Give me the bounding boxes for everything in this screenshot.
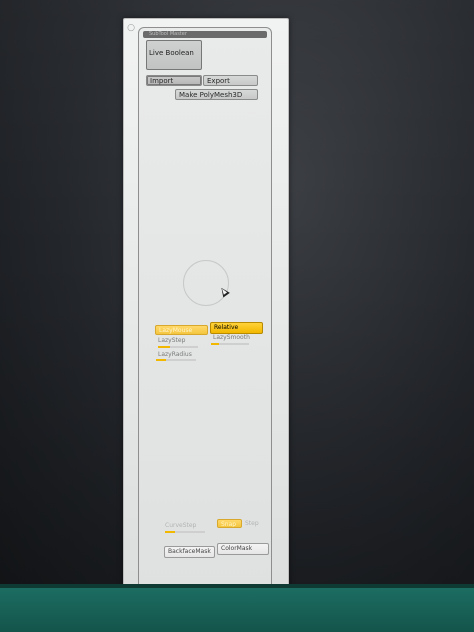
curvestep-label: CurveStep <box>165 522 197 529</box>
live-boolean-button[interactable]: Live Boolean <box>146 40 202 70</box>
relative-button[interactable]: Relative <box>210 322 263 334</box>
lazystep-slider[interactable] <box>158 346 198 348</box>
export-button[interactable]: Export <box>203 75 258 86</box>
circle-icon[interactable]: ○ <box>126 23 136 33</box>
lazystep-slider-fill <box>158 346 170 348</box>
curvestep-slider[interactable] <box>165 531 205 533</box>
tool-palette-panel: ○ SubTool Master Live Boolean Import Exp… <box>123 18 289 608</box>
backfacemask-button[interactable]: BackfaceMask <box>164 546 215 558</box>
lazyradius-slider-fill <box>156 359 166 361</box>
step-label[interactable]: Step <box>245 520 259 528</box>
lazymouse-button[interactable]: LazyMouse <box>155 325 208 335</box>
lazysmooth-slider-fill <box>211 343 219 345</box>
lazyradius-label: LazyRadius <box>158 351 192 358</box>
import-button[interactable]: Import <box>146 75 202 86</box>
curvestep-slider-fill <box>165 531 175 533</box>
lazysmooth-label: LazySmooth <box>213 334 250 341</box>
draw-size-circle <box>183 260 229 306</box>
palette-content: SubTool Master Live Boolean Import Expor… <box>138 27 272 595</box>
colormask-button[interactable]: ColorMask <box>217 543 269 555</box>
lazysmooth-slider[interactable] <box>211 343 249 345</box>
lazystep-label: LazyStep <box>158 337 186 344</box>
palette-title: SubTool Master <box>143 31 267 38</box>
taskbar <box>0 588 474 632</box>
make-polymesh3d-button[interactable]: Make PolyMesh3D <box>175 89 258 100</box>
lazyradius-slider[interactable] <box>156 359 196 361</box>
snap-button[interactable]: Snap <box>217 519 242 528</box>
